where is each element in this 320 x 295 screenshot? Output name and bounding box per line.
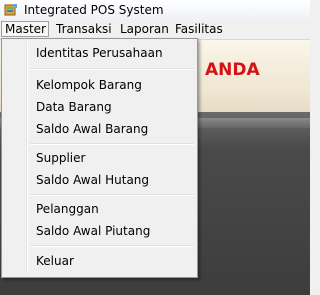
menu-separator <box>30 68 194 70</box>
title-bar: Integrated POS System <box>0 0 310 20</box>
menu-item-saldo-awal-barang[interactable]: Saldo Awal Barang <box>4 118 195 140</box>
menu-item-pelanggan[interactable]: Pelanggan <box>4 198 195 220</box>
menu-item-label: Kelompok Barang <box>36 78 142 92</box>
menu-item-label: Supplier <box>36 151 86 165</box>
menu-item-saldo-awal-piutang[interactable]: Saldo Awal Piutang <box>4 220 195 242</box>
menu-fasilitas[interactable]: Fasilitas <box>172 21 226 37</box>
menu-item-label: Pelanggan <box>36 202 99 216</box>
menu-separator <box>30 143 194 145</box>
menu-item-label: Identitas Perusahaan <box>36 46 163 60</box>
menu-separator <box>30 194 194 196</box>
menu-transaksi[interactable]: Transaksi <box>53 21 115 37</box>
master-dropdown-menu: Identitas Perusahaan Kelompok Barang Dat… <box>1 38 198 278</box>
menu-item-label: Saldo Awal Barang <box>36 122 149 136</box>
menu-item-saldo-awal-hutang[interactable]: Saldo Awal Hutang <box>4 169 195 191</box>
menu-master[interactable]: Master <box>1 21 49 37</box>
menu-item-supplier[interactable]: Supplier <box>4 147 195 169</box>
menu-laporan[interactable]: Laporan <box>117 21 172 37</box>
menu-item-label: Data Barang <box>36 100 112 114</box>
app-icon <box>4 4 17 16</box>
menu-item-label: Saldo Awal Hutang <box>36 173 150 187</box>
menu-item-identitas-perusahaan[interactable]: Identitas Perusahaan <box>4 42 195 64</box>
menu-item-label: Keluar <box>36 254 74 268</box>
menu-item-keluar[interactable]: Keluar <box>4 250 195 272</box>
menu-item-data-barang[interactable]: Data Barang <box>4 96 195 118</box>
menu-separator <box>30 245 194 247</box>
menu-bar: Master Transaksi Laporan Fasilitas <box>0 20 310 40</box>
menu-item-kelompok-barang[interactable]: Kelompok Barang <box>4 74 195 96</box>
banner-text: ANDA <box>205 60 260 80</box>
menu-item-label: Saldo Awal Piutang <box>36 224 151 238</box>
window-title: Integrated POS System <box>24 3 164 17</box>
